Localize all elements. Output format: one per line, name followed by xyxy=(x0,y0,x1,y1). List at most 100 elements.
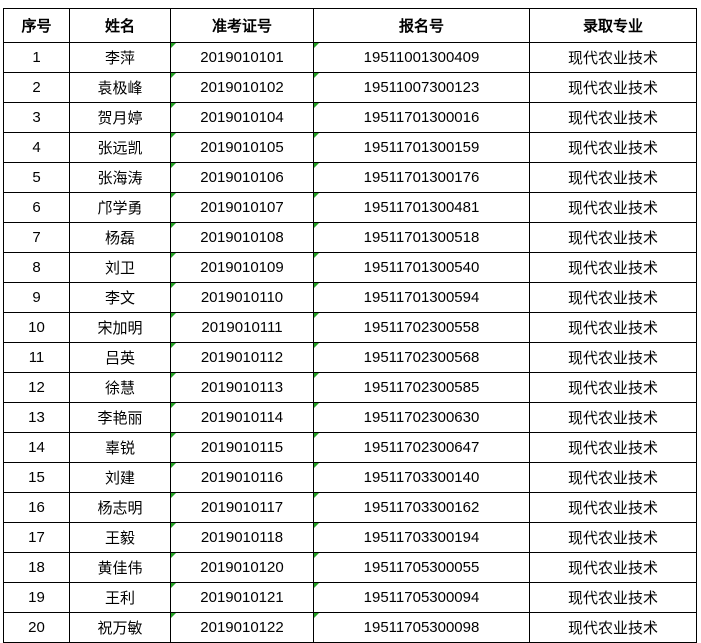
cell-name: 杨磊 xyxy=(69,222,171,253)
table-row: 20 祝万敏 2019010122 19511705300098 现代农业技术 xyxy=(3,612,697,643)
cell-name: 袁极峰 xyxy=(69,72,171,103)
table-row: 1 李萍 2019010101 19511001300409 现代农业技术 xyxy=(3,42,697,73)
cell-admitted-major: 现代农业技术 xyxy=(529,432,697,463)
cell-exam-id: 2019010107 xyxy=(170,192,314,223)
cell-registration-no: 19511701300594 xyxy=(313,282,530,313)
cell-serial-no: 3 xyxy=(3,102,70,133)
table-row: 6 邝学勇 2019010107 19511701300481 现代农业技术 xyxy=(3,192,697,223)
cell-serial-no: 4 xyxy=(3,132,70,163)
table-row: 11 吕英 2019010112 19511702300568 现代农业技术 xyxy=(3,342,697,373)
table-row: 13 李艳丽 2019010114 19511702300630 现代农业技术 xyxy=(3,402,697,433)
cell-registration-no: 19511705300098 xyxy=(313,612,530,643)
cell-admitted-major: 现代农业技术 xyxy=(529,72,697,103)
table-row: 3 贺月婷 2019010104 19511701300016 现代农业技术 xyxy=(3,102,697,133)
cell-admitted-major: 现代农业技术 xyxy=(529,162,697,193)
cell-name: 吕英 xyxy=(69,342,171,373)
cell-exam-id: 2019010112 xyxy=(170,342,314,373)
cell-name: 刘卫 xyxy=(69,252,171,283)
cell-registration-no: 19511703300162 xyxy=(313,492,530,523)
cell-admitted-major: 现代农业技术 xyxy=(529,342,697,373)
cell-serial-no: 13 xyxy=(3,402,70,433)
table-row: 8 刘卫 2019010109 19511701300540 现代农业技术 xyxy=(3,252,697,283)
cell-exam-id: 2019010102 xyxy=(170,72,314,103)
cell-exam-id: 2019010101 xyxy=(170,42,314,73)
cell-name: 李萍 xyxy=(69,42,171,73)
cell-registration-no: 19511701300176 xyxy=(313,162,530,193)
cell-admitted-major: 现代农业技术 xyxy=(529,372,697,403)
table-row: 17 王毅 2019010118 19511703300194 现代农业技术 xyxy=(3,522,697,553)
cell-name: 刘建 xyxy=(69,462,171,493)
header-serial-no: 序号 xyxy=(3,8,70,43)
cell-exam-id: 2019010110 xyxy=(170,282,314,313)
cell-registration-no: 19511701300518 xyxy=(313,222,530,253)
cell-name: 贺月婷 xyxy=(69,102,171,133)
table-row: 18 黄佳伟 2019010120 19511705300055 现代农业技术 xyxy=(3,552,697,583)
cell-exam-id: 2019010104 xyxy=(170,102,314,133)
cell-name: 杨志明 xyxy=(69,492,171,523)
table-row: 4 张远凯 2019010105 19511701300159 现代农业技术 xyxy=(3,132,697,163)
cell-exam-id: 2019010117 xyxy=(170,492,314,523)
cell-exam-id: 2019010109 xyxy=(170,252,314,283)
table-body: 1 李萍 2019010101 19511001300409 现代农业技术 2 袁极峰 201… xyxy=(3,42,697,643)
cell-serial-no: 11 xyxy=(3,342,70,373)
cell-serial-no: 7 xyxy=(3,222,70,253)
cell-admitted-major: 现代农业技术 xyxy=(529,102,697,133)
cell-registration-no: 19511702300558 xyxy=(313,312,530,343)
cell-admitted-major: 现代农业技术 xyxy=(529,282,697,313)
cell-name: 王毅 xyxy=(69,522,171,553)
table-row: 2 袁极峰 2019010102 19511007300123 现代农业技术 xyxy=(3,72,697,103)
cell-exam-id: 2019010113 xyxy=(170,372,314,403)
cell-name: 祝万敏 xyxy=(69,612,171,643)
cell-serial-no: 16 xyxy=(3,492,70,523)
cell-serial-no: 5 xyxy=(3,162,70,193)
table-row: 10 宋加明 2019010111 19511702300558 现代农业技术 xyxy=(3,312,697,343)
cell-exam-id: 2019010118 xyxy=(170,522,314,553)
cell-registration-no: 19511702300585 xyxy=(313,372,530,403)
cell-serial-no: 12 xyxy=(3,372,70,403)
cell-admitted-major: 现代农业技术 xyxy=(529,132,697,163)
header-registration-no: 报名号 xyxy=(313,8,530,43)
header-row: 序号 姓名 准考证号 报名号 录取专业 xyxy=(3,8,697,43)
cell-registration-no: 19511703300194 xyxy=(313,522,530,553)
cell-admitted-major: 现代农业技术 xyxy=(529,552,697,583)
cell-registration-no: 19511701300540 xyxy=(313,252,530,283)
cell-registration-no: 19511702300568 xyxy=(313,342,530,373)
admission-list-sheet: 序号 姓名 准考证号 报名号 录取专业 1 李萍 2019010101 1951100… xyxy=(3,8,697,643)
cell-exam-id: 2019010105 xyxy=(170,132,314,163)
cell-name: 徐慧 xyxy=(69,372,171,403)
cell-serial-no: 2 xyxy=(3,72,70,103)
cell-serial-no: 20 xyxy=(3,612,70,643)
cell-exam-id: 2019010108 xyxy=(170,222,314,253)
cell-exam-id: 2019010122 xyxy=(170,612,314,643)
table-row: 5 张海涛 2019010106 19511701300176 现代农业技术 xyxy=(3,162,697,193)
header-exam-id: 准考证号 xyxy=(170,8,314,43)
cell-admitted-major: 现代农业技术 xyxy=(529,582,697,613)
cell-name: 李艳丽 xyxy=(69,402,171,433)
cell-registration-no: 19511701300481 xyxy=(313,192,530,223)
cell-admitted-major: 现代农业技术 xyxy=(529,222,697,253)
table-row: 9 李文 2019010110 19511701300594 现代农业技术 xyxy=(3,282,697,313)
cell-registration-no: 19511705300055 xyxy=(313,552,530,583)
cell-name: 张远凯 xyxy=(69,132,171,163)
cell-exam-id: 2019010111 xyxy=(170,312,314,343)
table-row: 19 王利 2019010121 19511705300094 现代农业技术 xyxy=(3,582,697,613)
cell-registration-no: 19511001300409 xyxy=(313,42,530,73)
cell-serial-no: 9 xyxy=(3,282,70,313)
cell-name: 黄佳伟 xyxy=(69,552,171,583)
cell-admitted-major: 现代农业技术 xyxy=(529,522,697,553)
table-row: 7 杨磊 2019010108 19511701300518 现代农业技术 xyxy=(3,222,697,253)
cell-exam-id: 2019010114 xyxy=(170,402,314,433)
cell-registration-no: 19511702300630 xyxy=(313,402,530,433)
cell-admitted-major: 现代农业技术 xyxy=(529,192,697,223)
header-name: 姓名 xyxy=(69,8,171,43)
cell-admitted-major: 现代农业技术 xyxy=(529,402,697,433)
cell-registration-no: 19511705300094 xyxy=(313,582,530,613)
cell-registration-no: 19511702300647 xyxy=(313,432,530,463)
cell-serial-no: 6 xyxy=(3,192,70,223)
cell-admitted-major: 现代农业技术 xyxy=(529,312,697,343)
cell-registration-no: 19511701300159 xyxy=(313,132,530,163)
cell-exam-id: 2019010121 xyxy=(170,582,314,613)
cell-name: 宋加明 xyxy=(69,312,171,343)
table-row: 14 辜锐 2019010115 19511702300647 现代农业技术 xyxy=(3,432,697,463)
admission-table: 序号 姓名 准考证号 报名号 录取专业 1 李萍 2019010101 1951100… xyxy=(3,8,697,643)
